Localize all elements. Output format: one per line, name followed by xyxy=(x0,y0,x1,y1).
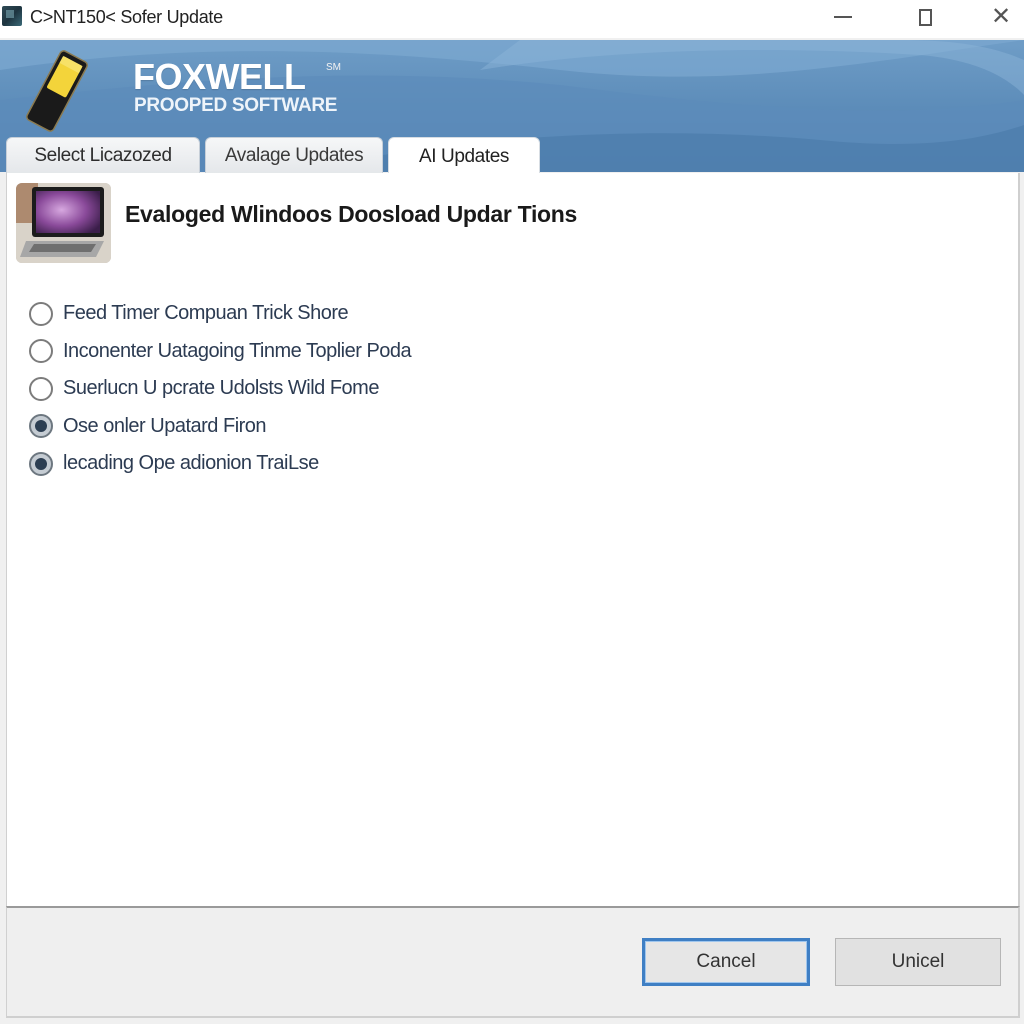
radio-button-checked[interactable] xyxy=(29,451,53,476)
radio-button-checked[interactable] xyxy=(29,414,53,439)
trademark-mark: SM xyxy=(326,62,341,73)
tab-select-licensed[interactable]: Select Licazozed xyxy=(6,137,200,174)
cancel-button[interactable]: Cancel xyxy=(642,938,810,986)
option-label: Ose onler Upatard Firon xyxy=(63,414,267,437)
window-title: C>NT150< Sofer Update xyxy=(30,7,223,27)
unicel-button[interactable]: Unicel xyxy=(835,938,1001,986)
section-title: Evaloged Wlindoos Doosload Updar Tions xyxy=(125,201,578,227)
close-button[interactable]: ✕ xyxy=(978,0,1024,34)
tab-available-updates[interactable]: Avalage Updates xyxy=(205,137,383,174)
option-label: lecading Ope adionion TraiLse xyxy=(63,452,319,475)
radio-button[interactable] xyxy=(29,301,53,326)
app-icon xyxy=(2,6,22,26)
option-item[interactable]: Ose onler Upatard Firon xyxy=(29,408,411,446)
tab-bar: Select Licazozed Avalage Updates AI Upda… xyxy=(0,137,1024,175)
maximize-icon xyxy=(918,8,932,26)
brand-subtitle: PROOPED SOFTWARE xyxy=(134,95,338,116)
radio-button[interactable] xyxy=(29,376,53,401)
close-icon: ✕ xyxy=(990,3,1012,30)
option-item[interactable]: Feed Timer Compuan Trick Shore xyxy=(29,295,411,333)
brand-name: FOXWELL xyxy=(133,56,306,97)
option-item[interactable]: Inconenter Uatagoing Tinme Toplier Poda xyxy=(29,333,412,371)
minimize-icon xyxy=(834,16,852,18)
option-label: Inconenter Uatagoing Tinme Toplier Poda xyxy=(63,339,412,362)
radio-button[interactable] xyxy=(29,339,53,364)
tab-all-updates[interactable]: AI Updates xyxy=(388,137,540,175)
title-bar: C>NT150< Sofer Update ✕ xyxy=(0,0,1024,38)
maximize-button[interactable] xyxy=(902,0,948,34)
option-label: Suerlucn U pcrate Udolsts Wild Fome xyxy=(63,377,379,400)
scanner-device-icon xyxy=(26,50,88,132)
option-label: Feed Timer Compuan Trick Shore xyxy=(63,302,349,325)
laptop-image xyxy=(16,183,111,263)
button-bar: Cancel Unicel xyxy=(6,906,1020,1018)
option-item[interactable]: Suerlucn U pcrate Udolsts Wild Fome xyxy=(29,370,411,408)
option-item[interactable]: lecading Ope adionion TraiLse xyxy=(29,445,411,483)
content-panel: Evaloged Wlindoos Doosload Updar Tions F… xyxy=(6,173,1020,906)
update-window: C>NT150< Sofer Update ✕ FOXWELL SM PROOP… xyxy=(0,0,1024,1024)
minimize-button[interactable] xyxy=(820,0,866,34)
update-options: Feed Timer Compuan Trick Shore Inconente… xyxy=(29,295,412,483)
